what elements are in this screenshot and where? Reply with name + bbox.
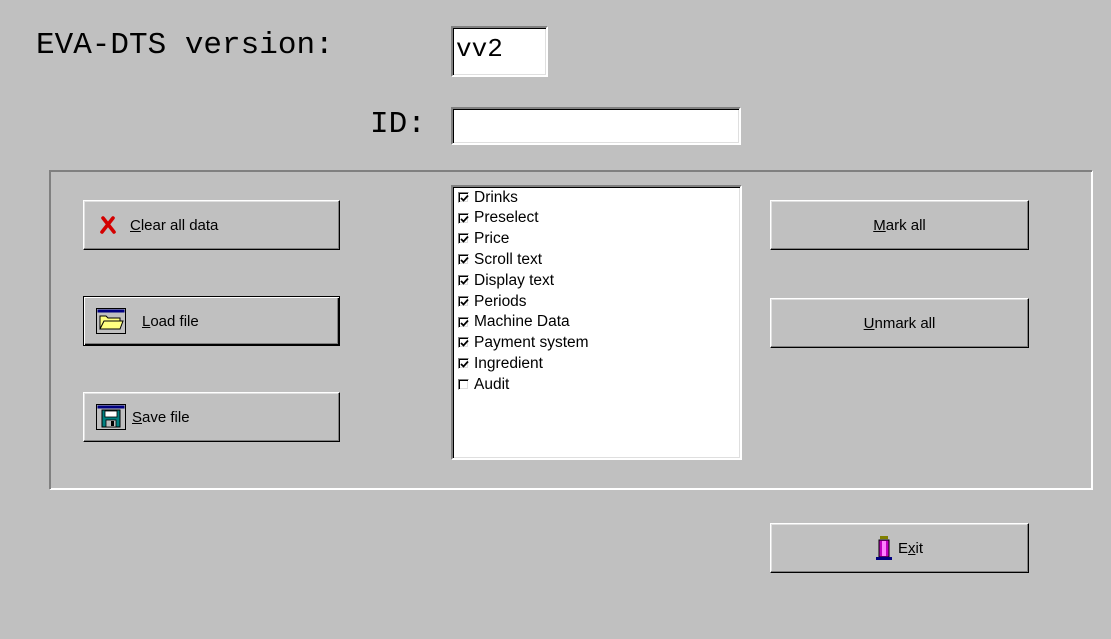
version-value: vv2 — [456, 34, 503, 64]
checklist-item-label: Periods — [474, 292, 527, 310]
version-label: EVA-DTS version: — [36, 28, 334, 63]
section-checklist-items: Drinks Preselect Price Scroll text Display t… — [453, 187, 740, 458]
save-file-label: Save file — [132, 408, 190, 426]
folder-icon — [96, 308, 126, 334]
checkbox[interactable] — [458, 212, 469, 224]
checklist-item-label: Drinks — [474, 188, 518, 206]
mark-all-label: Mark all — [873, 216, 926, 234]
id-field-box — [451, 107, 741, 145]
checklist-item-label: Scroll text — [474, 251, 543, 269]
exit-door-icon — [875, 536, 892, 560]
checkmark-icon — [460, 319, 469, 327]
clear-all-data-button[interactable]: Clear all data — [83, 200, 340, 250]
checklist-item[interactable]: Audit — [453, 374, 740, 395]
checkmark-icon — [460, 340, 469, 348]
checkmark-icon — [460, 298, 469, 306]
checklist-item-label: Preselect — [474, 209, 539, 227]
checklist-item[interactable]: Price — [453, 229, 740, 250]
checklist-item-label: Audit — [474, 375, 510, 393]
checkbox[interactable] — [458, 191, 469, 203]
checklist-item[interactable]: Scroll text — [453, 249, 740, 270]
checklist-item-label: Price — [474, 230, 510, 248]
red-x-icon — [100, 216, 116, 234]
load-file-label: Load file — [142, 312, 199, 330]
save-file-button[interactable]: Save file — [83, 392, 340, 442]
checkmark-icon — [460, 236, 469, 244]
checklist-item[interactable]: Periods — [453, 291, 740, 312]
checkmark-icon — [460, 215, 469, 223]
load-file-button[interactable]: Load file — [83, 296, 340, 346]
mark-all-button[interactable]: Mark all — [770, 200, 1029, 250]
clear-all-data-label: Clear all data — [130, 216, 219, 234]
checkmark-icon — [460, 361, 469, 369]
checkbox[interactable] — [458, 358, 469, 370]
unmark-all-label: Unmark all — [863, 314, 936, 332]
checklist-item[interactable]: Payment system — [453, 333, 740, 354]
checklist-item[interactable]: Display text — [453, 270, 740, 291]
version-field: vv2 — [451, 26, 548, 77]
checkbox[interactable] — [458, 295, 469, 307]
checkmark-icon — [460, 277, 469, 285]
unmark-all-button[interactable]: Unmark all — [770, 298, 1029, 348]
checkbox[interactable] — [458, 316, 469, 328]
checklist-item[interactable]: Machine Data — [453, 312, 740, 333]
checkmark-icon — [460, 257, 469, 265]
checklist-item-label: Ingredient — [474, 355, 543, 373]
checklist-item-label: Machine Data — [474, 313, 570, 331]
checklist-item-label: Display text — [474, 271, 555, 289]
id-input[interactable] — [453, 109, 739, 143]
checkmark-icon — [460, 194, 469, 202]
checklist-item-label: Payment system — [474, 334, 589, 352]
checklist-item[interactable]: Preselect — [453, 208, 740, 229]
checkbox[interactable] — [458, 233, 469, 245]
checkbox[interactable] — [458, 337, 469, 349]
checkbox[interactable] — [458, 379, 469, 391]
exit-label: Exit — [897, 539, 923, 557]
id-label: ID: — [370, 107, 426, 142]
floppy-disk-icon — [96, 404, 126, 430]
checkbox[interactable] — [458, 254, 469, 266]
checklist-item[interactable]: Drinks — [453, 187, 740, 208]
checkbox[interactable] — [458, 275, 469, 287]
exit-button[interactable]: Exit — [770, 523, 1029, 573]
checklist-item[interactable]: Ingredient — [453, 353, 740, 374]
